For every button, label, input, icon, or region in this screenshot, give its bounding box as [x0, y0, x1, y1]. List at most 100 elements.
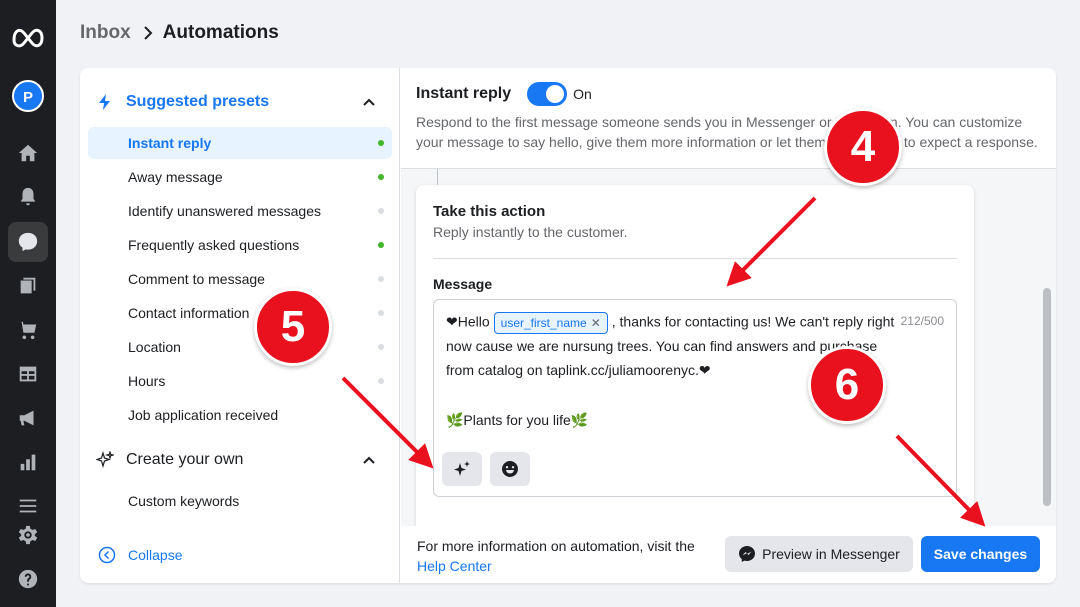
create-your-own-title: Create your own	[126, 451, 244, 468]
sparkle-icon	[96, 451, 114, 469]
message-line: 🌿Plants for you life🌿	[446, 412, 589, 428]
lightning-icon	[99, 94, 110, 110]
sidebar-item-faq[interactable]: Frequently asked questions	[88, 229, 392, 261]
pages-icon	[20, 277, 36, 294]
status-dot	[378, 140, 384, 146]
status-dot	[378, 344, 384, 350]
panel-title: Instant reply	[416, 85, 512, 102]
message-text: , thanks for contacting us! We can't rep…	[611, 313, 895, 330]
sidebar-item-label: Frequently asked questions	[128, 237, 300, 253]
home-icon	[18, 144, 38, 162]
close-icon[interactable]: ✕	[591, 316, 601, 330]
sidebar-item-custom-keywords[interactable]: Custom keywords	[88, 485, 392, 517]
rail-settings[interactable]	[8, 515, 48, 555]
instant-reply-panel: Instant reply On Respond to the first me…	[401, 68, 1056, 583]
rail-inbox[interactable]	[8, 222, 48, 262]
status-dot	[378, 208, 384, 214]
emoji-button[interactable]	[490, 452, 530, 486]
bar-chart-icon	[20, 454, 36, 471]
sidebar-item-label: Hours	[128, 373, 166, 389]
sparkle-icon	[454, 461, 470, 476]
save-changes-button[interactable]: Save changes	[921, 536, 1040, 572]
status-dot	[378, 276, 384, 282]
suggested-presets-title: Suggested presets	[126, 93, 270, 110]
help-icon	[18, 569, 38, 589]
status-dot	[378, 174, 384, 180]
instant-reply-toggle[interactable]	[527, 82, 568, 106]
sidebar-item-label: Location	[128, 339, 181, 355]
sidebar-item-location[interactable]: Location	[88, 331, 392, 363]
avatar[interactable]: P	[12, 80, 44, 112]
message-line: ❤Hello user_first_name ✕ , thanks for conta…	[446, 312, 894, 334]
personalization-chip[interactable]: user_first_name ✕	[493, 312, 608, 334]
sidebar-item-hours[interactable]: Hours	[88, 365, 392, 397]
collapse-label: Collapse	[128, 547, 183, 563]
sidebar-item-label: Identify unanswered messages	[128, 203, 321, 219]
sidebar-item-contact-information[interactable]: Contact information	[88, 297, 392, 329]
message-line: now cause we are nursung trees. You can …	[446, 338, 878, 354]
collapse-button[interactable]: Collapse	[98, 546, 182, 564]
chevron-right-icon	[143, 26, 153, 40]
sidebar-item-instant-reply[interactable]: Instant reply	[88, 127, 392, 159]
create-your-own-header[interactable]: Create your own	[96, 444, 376, 476]
sidebar-item-unanswered[interactable]: Identify unanswered messages	[88, 195, 392, 227]
annotation-badge-5: 5	[254, 288, 332, 366]
breadcrumb-inbox[interactable]: Inbox	[80, 22, 131, 44]
character-counter: 212/500	[900, 314, 944, 328]
page-title: Automations	[162, 22, 279, 43]
message-line: from catalog on taplink.cc/juliamoorenyc…	[446, 362, 711, 378]
sidebar-item-comment-to-message[interactable]: Comment to message	[88, 263, 392, 295]
action-subtitle: Reply instantly to the customer.	[433, 224, 628, 240]
sidebar-item-label: Away message	[128, 169, 223, 185]
sidebar-item-label: Custom keywords	[128, 493, 240, 509]
presets-sidebar: Suggested presets Instant reply Away mes…	[80, 68, 400, 583]
meta-logo-icon[interactable]	[10, 24, 46, 48]
footer-info-text: For more information on automation, visi…	[417, 538, 695, 554]
megaphone-icon	[19, 410, 34, 426]
help-center-link[interactable]: Help Center	[417, 556, 695, 576]
panel-header: Instant reply On	[416, 82, 592, 106]
rail-planner[interactable]	[8, 354, 48, 394]
automations-card: Suggested presets Instant reply Away mes…	[80, 68, 1056, 583]
rail-insights[interactable]	[8, 442, 48, 482]
rail-commerce[interactable]	[8, 310, 48, 350]
rail-ads[interactable]	[8, 398, 48, 438]
breadcrumb: Inbox Automations	[80, 22, 279, 44]
collapse-arrow-icon	[98, 546, 116, 564]
ai-sparkle-button[interactable]	[442, 452, 482, 486]
toggle-status-label: On	[573, 86, 592, 102]
rail-help[interactable]	[8, 559, 48, 599]
rail-notifications[interactable]	[8, 177, 48, 217]
sidebar-item-label: Comment to message	[128, 271, 265, 287]
footer-info: For more information on automation, visi…	[417, 536, 695, 576]
action-card: Take this action Reply instantly to the …	[416, 185, 974, 583]
status-dot	[378, 310, 384, 316]
suggested-presets-header[interactable]: Suggested presets	[96, 86, 376, 118]
chat-icon	[18, 232, 38, 252]
annotation-badge-4: 4	[824, 108, 902, 186]
sidebar-item-label: Job application received	[128, 407, 279, 423]
panel-footer: For more information on automation, visi…	[401, 526, 1056, 583]
smiley-icon	[502, 461, 519, 477]
action-title: Take this action	[433, 203, 546, 220]
cart-icon	[18, 321, 37, 340]
rail-home[interactable]	[8, 133, 48, 173]
sidebar-item-label: Instant reply	[128, 135, 212, 151]
rail-content[interactable]	[8, 266, 48, 306]
scrollbar[interactable]	[1043, 288, 1051, 506]
sidebar-item-away-message[interactable]: Away message	[88, 161, 392, 193]
chip-label: user_first_name	[500, 316, 587, 330]
bell-icon	[20, 187, 36, 206]
chevron-up-icon[interactable]	[362, 453, 376, 467]
table-icon	[19, 366, 37, 382]
chevron-up-icon[interactable]	[362, 95, 376, 109]
panel-description: Respond to the first message someone sen…	[416, 114, 1038, 150]
status-dot	[378, 242, 384, 248]
preview-in-messenger-button[interactable]: Preview in Messenger	[725, 536, 913, 572]
preview-label: Preview in Messenger	[762, 546, 900, 562]
menu-icon	[19, 499, 37, 513]
sidebar-item-job-application[interactable]: Job application received	[88, 399, 392, 431]
message-label: Message	[433, 276, 493, 292]
sidebar-item-label: Contact information	[128, 305, 250, 321]
gear-icon	[18, 525, 38, 545]
